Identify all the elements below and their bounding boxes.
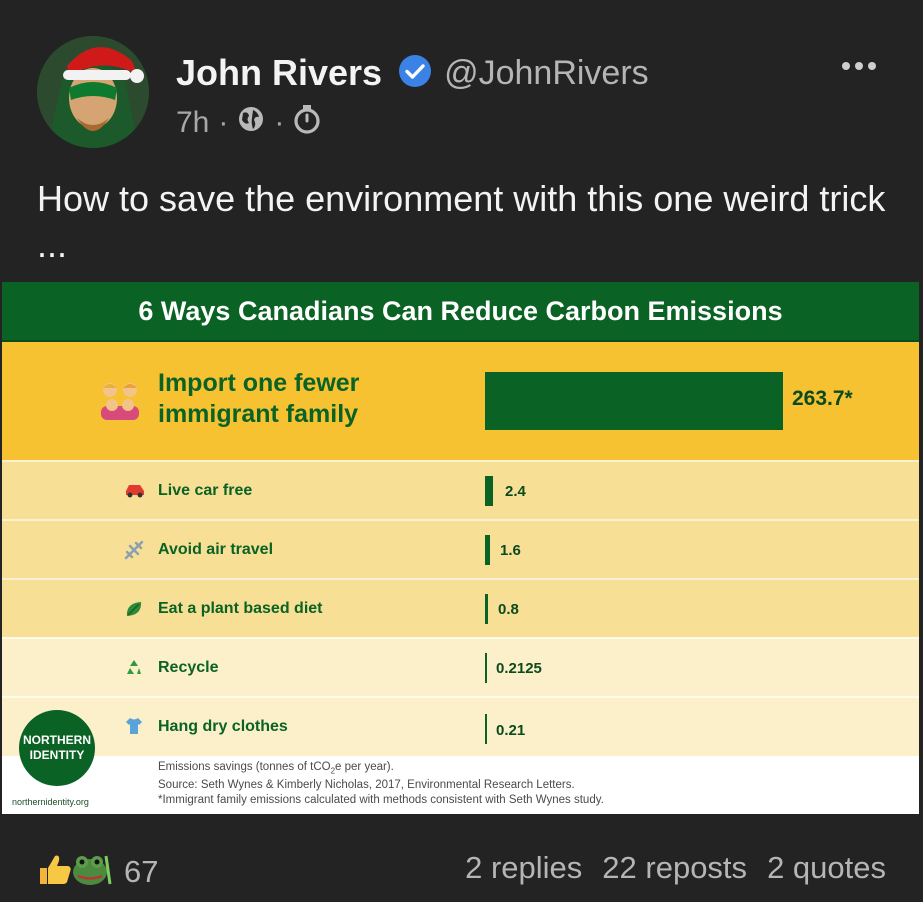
bar-value: 0.21 (496, 722, 526, 739)
bar (485, 653, 487, 683)
northern-identity-logo: NORTHERN IDENTITY (19, 710, 95, 786)
frog-emoji (70, 850, 112, 893)
logo-text: NORTHERN (23, 733, 91, 747)
shirt-emoji (124, 716, 144, 741)
leaf-emoji (124, 599, 144, 624)
separator: · (218, 106, 229, 139)
bar (485, 535, 490, 565)
row-label: Hang dry clothes (158, 718, 288, 735)
bar-value: 1.6 (500, 542, 521, 559)
separator: · (274, 106, 285, 139)
author-avatar[interactable] (37, 36, 149, 148)
note-line: Emissions savings (tonnes of tCO2e per y… (158, 761, 394, 776)
row-label: Eat a plant based diet (158, 600, 323, 617)
reaction-count: 67 (124, 853, 159, 889)
bar (485, 594, 488, 624)
bar-value: 0.2125 (496, 660, 542, 677)
bar (485, 714, 487, 744)
reposts-link[interactable]: 22 reposts (602, 850, 747, 886)
row-label: Import one fewer immigrant family (158, 368, 359, 430)
row-label: Recycle (158, 659, 219, 676)
row-label: Avoid air travel (158, 541, 274, 558)
recycle-emoji (124, 658, 144, 683)
globe-icon (237, 105, 265, 141)
post-footer: 67 2 replies 22 reposts 2 quotes (0, 840, 923, 900)
car-emoji (124, 482, 146, 503)
infographic-title: 6 Ways Canadians Can Reduce Carbon Emiss… (2, 282, 919, 342)
infographic-row: Live car free 2.4 (2, 460, 919, 519)
infographic-row: Eat a plant based diet 0.8 (2, 578, 919, 637)
bar-value: 2.4 (505, 483, 526, 500)
infographic-row: Import one fewer immigrant family 263.7* (2, 342, 919, 460)
bar (485, 476, 493, 506)
verified-badge-icon (382, 54, 432, 93)
author-name[interactable]: John Rivers (176, 52, 382, 94)
bar (485, 372, 783, 430)
more-options-icon[interactable] (842, 62, 876, 70)
reactions[interactable]: 67 (36, 850, 158, 893)
note-line: *Immigrant family emissions calculated w… (158, 794, 604, 807)
post-stats: 2 replies 22 reposts 2 quotes (465, 850, 886, 886)
row-label-line: Import one fewer (158, 369, 360, 397)
quotes-link[interactable]: 2 quotes (767, 850, 886, 886)
author-handle[interactable]: @JohnRivers (444, 54, 649, 93)
post-meta: 7h · · (176, 104, 321, 142)
airplane-emoji (124, 540, 144, 565)
logo-text: IDENTITY (29, 748, 85, 762)
row-label: Live car free (158, 482, 253, 499)
row-label-line: immigrant family (158, 400, 359, 428)
logo-url: northernidentity.org (12, 797, 89, 807)
post-text: How to save the environment with this on… (37, 178, 886, 265)
thumbs-up-emoji (36, 850, 74, 893)
bar-value: 0.8 (498, 601, 519, 618)
post-time: 7h (176, 106, 210, 139)
infographic-row: Hang dry clothes 0.21 (2, 696, 919, 756)
replies-link[interactable]: 2 replies (465, 850, 582, 886)
author-line: John Rivers @JohnRivers (176, 52, 649, 94)
post-image-infographic[interactable]: 6 Ways Canadians Can Reduce Carbon Emiss… (2, 282, 919, 814)
bar-value: 263.7* (792, 387, 853, 410)
infographic-row: Recycle 0.2125 (2, 637, 919, 696)
infographic-notes: Emissions savings (tonnes of tCO2e per y… (158, 760, 604, 808)
timer-icon (293, 104, 321, 142)
infographic-row: Avoid air travel 1.6 (2, 519, 919, 578)
family-emoji (98, 380, 142, 425)
note-line: Source: Seth Wynes & Kimberly Nicholas, … (158, 779, 575, 792)
